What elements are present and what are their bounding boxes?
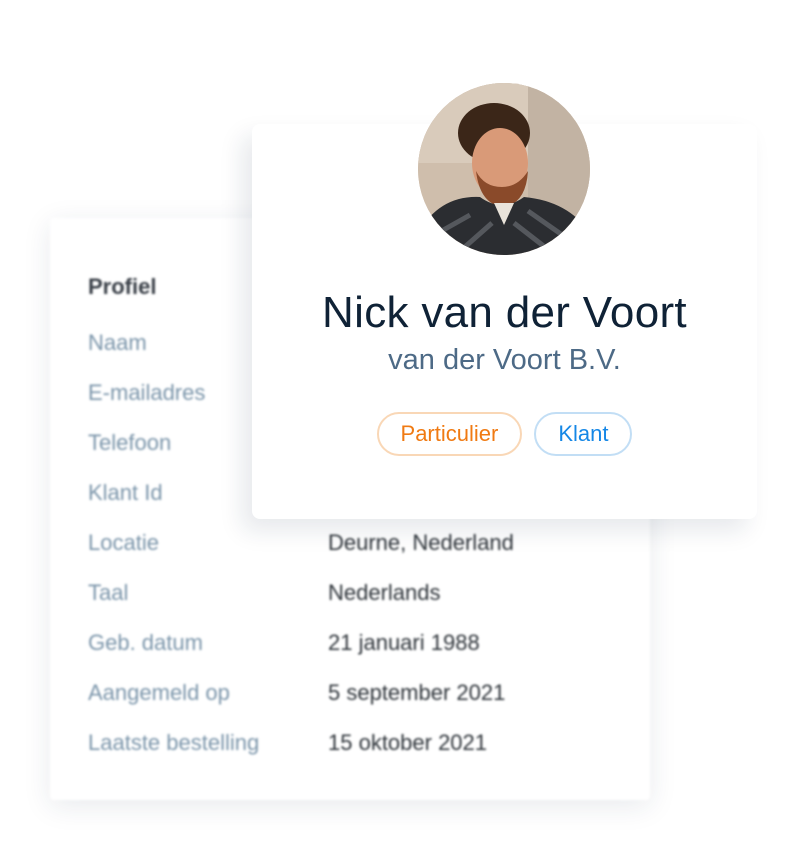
field-label: Laatste bestelling [88, 730, 260, 755]
field-label: Telefoon [88, 430, 172, 455]
field-label: Taal [88, 580, 129, 605]
customer-name: Nick van der Voort [322, 288, 687, 337]
avatar [418, 83, 590, 255]
company-name: van der Voort B.V. [388, 344, 621, 376]
field-label: Klant Id [88, 480, 163, 505]
field-label: E-mailadres [88, 380, 206, 405]
field-label: Aangemeld op [88, 680, 230, 705]
field-value: Deurne, Nederland [328, 530, 514, 555]
field-value: Nederlands [328, 580, 441, 605]
field-label: Naam [88, 330, 147, 355]
field-label: Locatie [88, 530, 159, 555]
field-value: 21 januari 1988 [328, 630, 480, 655]
avatar-photo [418, 83, 590, 255]
field-label: Geb. datum [88, 630, 203, 655]
profile-heading: Profiel [88, 274, 157, 299]
field-value: 5 september 2021 [328, 680, 506, 705]
badge-group: Particulier Klant [252, 412, 757, 456]
badge-particulier[interactable]: Particulier [376, 412, 523, 456]
field-value: 15 oktober 2021 [328, 730, 488, 755]
badge-klant[interactable]: Klant [534, 412, 633, 456]
